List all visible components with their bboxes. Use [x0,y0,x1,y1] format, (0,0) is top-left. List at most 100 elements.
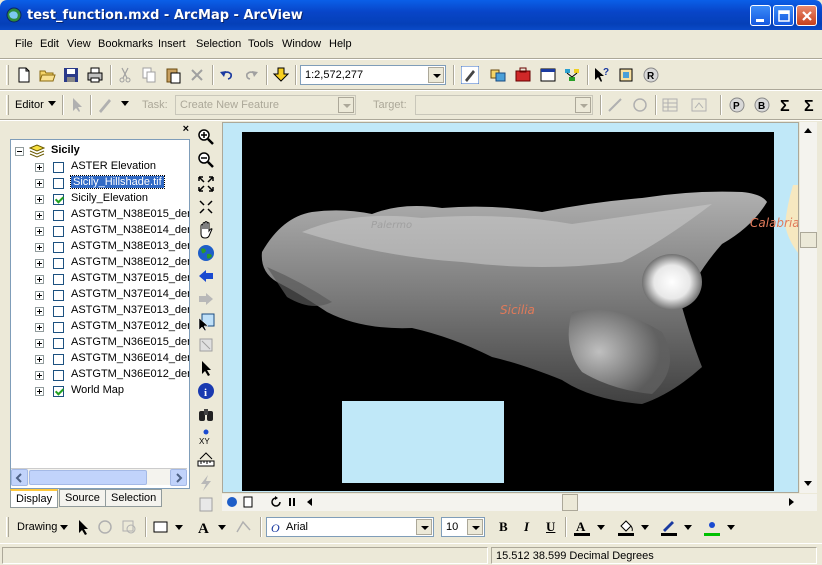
find-binoculars-icon[interactable] [197,405,215,423]
menu-selection[interactable]: Selection [196,38,241,50]
drawing-menu[interactable]: Drawing [17,521,57,533]
pause-drawing-icon[interactable] [286,496,298,508]
layer-visibility-checkbox[interactable] [53,370,64,381]
layer-visibility-checkbox[interactable] [53,226,64,237]
layer-row[interactable]: ASTGTM_N38E015_der [11,207,189,223]
save-icon[interactable] [62,66,80,84]
layer-visibility-checkbox[interactable] [53,162,64,173]
layer-visibility-checkbox[interactable] [53,258,64,269]
layer-visibility-checkbox[interactable] [53,290,64,301]
menu-view[interactable]: View [67,38,91,50]
hyperlink-lightning-icon[interactable] [197,474,215,492]
fixed-zoom-out-icon[interactable] [197,198,215,216]
layer-row[interactable]: ASTGTM_N37E015_der [11,271,189,287]
measure-ruler-icon[interactable] [197,451,215,469]
layer-row[interactable]: ASTGTM_N37E012_der [11,319,189,335]
scroll-right-button[interactable] [170,469,187,486]
task-combo[interactable]: Create New Feature [175,95,356,115]
collapse-icon[interactable] [15,147,24,156]
layer-visibility-checkbox[interactable] [53,338,64,349]
fixed-zoom-in-icon[interactable] [197,175,215,193]
map-vertical-scrollbar[interactable] [800,122,817,493]
target-combo[interactable] [415,95,593,115]
arccatalog-icon[interactable] [489,66,507,84]
rotate-element-icon[interactable] [96,518,114,536]
layer-visibility-checkbox[interactable] [53,242,64,253]
go-to-xy-icon[interactable]: XY [197,428,215,446]
sketch-tool-icon[interactable] [96,96,114,114]
menu-bookmarks[interactable]: Bookmarks [98,38,153,50]
redo-icon[interactable] [242,66,260,84]
zoom-to-selected-icon[interactable] [120,518,138,536]
full-extent-globe-icon[interactable] [197,244,215,262]
map-scale-combo[interactable]: 1:2,572,277 [300,65,446,85]
layer-row[interactable]: ASTGTM_N36E014_der [11,351,189,367]
layer-visibility-checkbox[interactable] [53,210,64,221]
delete-icon[interactable] [188,66,206,84]
menu-tools[interactable]: Tools [248,38,274,50]
layer-visibility-checkbox[interactable] [53,274,64,285]
layer-row[interactable]: Sicily_Elevation [11,191,189,207]
layer-row[interactable]: ASTGTM_N37E014_der [11,287,189,303]
go-forward-arrow-icon[interactable] [197,290,215,308]
menu-edit[interactable]: Edit [40,38,59,50]
add-data-icon[interactable] [272,66,290,84]
paste-icon[interactable] [164,66,182,84]
expand-icon[interactable] [35,387,44,396]
copy-icon[interactable] [140,66,158,84]
underline-button[interactable]: U [546,519,555,535]
italic-button[interactable]: I [524,519,529,535]
toolbar-grip[interactable] [6,65,9,85]
undo-icon[interactable] [218,66,236,84]
sum-tool-icon[interactable]: Σ [777,96,795,114]
layer-row[interactable]: ASTGTM_N38E013_der [11,239,189,255]
layer-row[interactable]: Sicily_Hillshade.tif [11,175,189,191]
edit-vertices-icon[interactable] [235,518,253,536]
menu-insert[interactable]: Insert [158,38,186,50]
split-tool-icon[interactable] [606,96,624,114]
arrow-down-icon[interactable] [802,477,815,490]
print-icon[interactable] [86,66,104,84]
sum-tool-2-icon[interactable]: Σ [801,96,819,114]
menu-window[interactable]: Window [282,38,321,50]
sketch-dropdown-icon[interactable] [120,98,130,108]
line-color-dropdown-icon[interactable] [683,522,693,532]
drawing-dropdown-icon[interactable] [59,522,69,532]
tab-selection[interactable]: Selection [105,489,163,507]
layer-row[interactable]: ASTGTM_N38E014_der [11,223,189,239]
layer-row[interactable]: ASTGTM_N36E015_der [11,335,189,351]
layer-visibility-checkbox[interactable] [53,178,64,189]
layer-row[interactable]: ASTER Elevation [11,159,189,175]
select-elements-icon[interactable] [74,518,92,536]
dropdown-arrow-icon[interactable] [575,97,591,113]
expand-icon[interactable] [35,275,44,284]
tab-source[interactable]: Source [59,489,106,507]
expand-icon[interactable] [35,211,44,220]
marker-color-dropdown-icon[interactable] [726,522,736,532]
zoom-out-icon[interactable] [197,151,215,169]
b-tool-icon[interactable]: B [753,96,771,114]
map-display[interactable]: Sicilia Calabria Palermo [222,122,799,493]
layer-visibility-checkbox[interactable] [53,194,64,205]
layer-visibility-checkbox[interactable] [53,322,64,333]
toc-horizontal-scrollbar[interactable] [11,468,187,486]
command-line-icon[interactable] [539,66,557,84]
menu-file[interactable]: File [15,38,33,50]
layer-visibility-checkbox[interactable] [53,386,64,397]
sketch-properties-icon[interactable] [690,96,708,114]
layout-tools-icon[interactable] [617,66,635,84]
maximize-button[interactable] [773,5,794,26]
html-popup-icon[interactable] [197,496,215,514]
clear-selection-icon[interactable] [197,336,215,354]
scroll-thumb[interactable] [29,470,147,485]
go-back-arrow-icon[interactable] [197,267,215,285]
cut-icon[interactable] [116,66,134,84]
select-features-icon[interactable] [197,313,215,331]
layer-visibility-checkbox[interactable] [53,306,64,317]
expand-icon[interactable] [35,243,44,252]
tab-display[interactable]: Display [10,489,59,508]
layer-row[interactable]: ASTGTM_N37E013_der [11,303,189,319]
font-combo[interactable]: O Arial [266,517,434,537]
expand-icon[interactable] [35,195,44,204]
rectangle-tool-icon[interactable] [152,518,170,536]
